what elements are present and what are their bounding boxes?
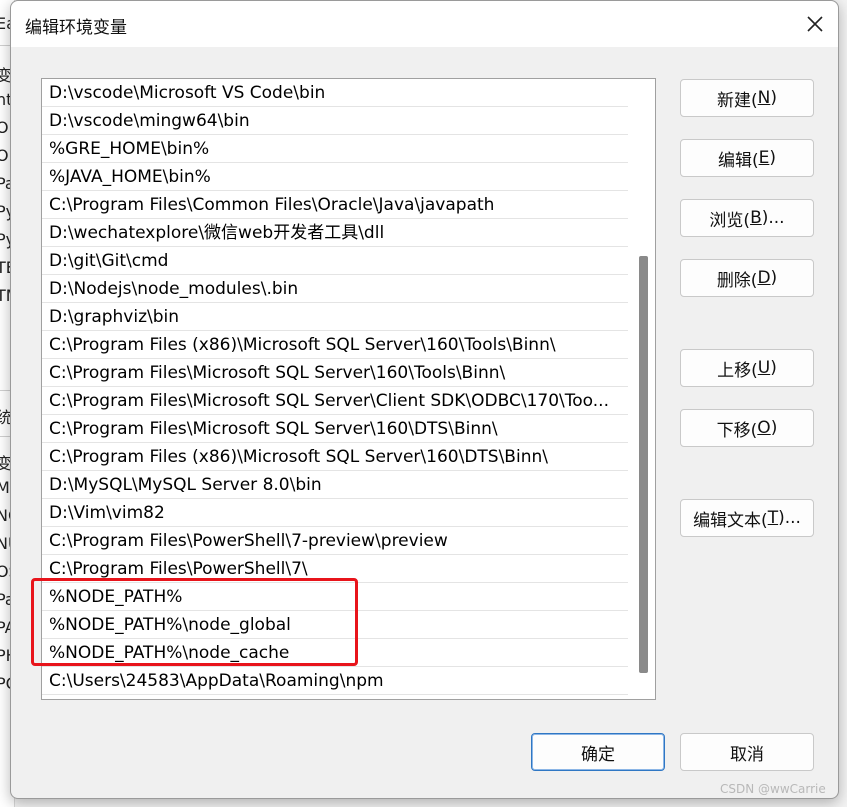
path-list-item[interactable]: D:\Vim\vim82	[42, 500, 628, 527]
path-list-item[interactable]: D:\vscode\mingw64\bin	[42, 108, 628, 135]
path-list-item[interactable]: C:\Users\24583\AppData\Roaming\npm	[42, 668, 628, 695]
path-list-item[interactable]: C:\Program Files\Common Files\Oracle\Jav…	[42, 192, 628, 219]
move-up-button-label: 上移(	[717, 360, 758, 381]
path-list-item[interactable]: D:\Nodejs\node_modules\.bin	[42, 276, 628, 303]
dialog-title: 编辑环境变量	[25, 18, 127, 38]
path-list-item[interactable]: %JAVA_HOME\bin%	[42, 164, 628, 191]
move-up-button-accesskey: U	[757, 358, 771, 378]
watermark: CSDN @wwCarrie	[720, 782, 826, 796]
edit-button-label-end: )	[769, 148, 777, 168]
move-up-button[interactable]: 上移(U)	[680, 349, 814, 387]
path-list-item[interactable]: C:\Program Files\Microsoft SQL Server\Cl…	[42, 388, 628, 415]
move-down-button[interactable]: 下移(O)	[680, 409, 814, 447]
edit-button-accesskey: E	[758, 148, 770, 168]
path-list-item[interactable]: %GRE_HOME\bin%	[42, 136, 628, 163]
delete-button-accesskey: D	[757, 268, 771, 288]
delete-button[interactable]: 删除(D)	[680, 259, 814, 297]
path-list-item[interactable]: C:\Program Files\Microsoft SQL Server\16…	[42, 360, 628, 387]
path-list-item[interactable]: D:\wechatexplore\微信web开发者工具\dll	[42, 220, 628, 247]
path-list-item[interactable]: C:\Program Files (x86)\Microsoft SQL Ser…	[42, 444, 628, 471]
ok-button[interactable]: 确定	[531, 733, 665, 771]
move-down-button-label-end: )	[770, 418, 778, 438]
browse-button-label: 浏览(	[709, 210, 751, 231]
browse-button-accesskey: B	[750, 208, 762, 228]
edit-button-label: 编辑(	[717, 150, 759, 171]
path-list-item[interactable]: C:\Program Files\Microsoft SQL Server\16…	[42, 416, 628, 443]
close-button[interactable]	[792, 1, 838, 47]
path-list-item[interactable]: C:\Program Files (x86)\Microsoft SQL Ser…	[42, 332, 628, 359]
path-list-item[interactable]: D:\MySQL\MySQL Server 8.0\bin	[42, 472, 628, 499]
edit-text-button-label-end: )...	[778, 508, 801, 528]
edit-text-button-label: 编辑文本(	[693, 510, 768, 531]
path-list-item[interactable]: C:\Program Files\PowerShell\7-preview\pr…	[42, 528, 628, 555]
highlight-box	[31, 578, 358, 666]
close-icon	[807, 16, 823, 32]
edit-env-variable-dialog: 编辑环境变量 D:\vscode\Microsoft VS Code\bin D…	[10, 0, 839, 799]
cancel-button[interactable]: 取消	[680, 733, 814, 771]
path-list-item[interactable]: D:\vscode\Microsoft VS Code\bin	[42, 80, 628, 107]
move-down-button-accesskey: O	[757, 418, 771, 438]
edit-text-button[interactable]: 编辑文本(T)...	[680, 499, 814, 537]
edit-text-button-accesskey: T	[767, 508, 779, 528]
new-button-label-end: )	[770, 88, 777, 108]
new-button-label: 新建(	[717, 90, 758, 111]
browse-button[interactable]: 浏览(B)...	[680, 199, 814, 237]
delete-button-label: 删除(	[716, 270, 758, 291]
scrollbar-thumb[interactable]	[639, 256, 648, 673]
title-bar: 编辑环境变量	[11, 1, 838, 47]
move-up-button-label-end: )	[770, 358, 777, 378]
path-list-item[interactable]: D:\git\Git\cmd	[42, 248, 628, 275]
vertical-scrollbar[interactable]	[636, 79, 650, 699]
new-button-accesskey: N	[757, 88, 771, 108]
delete-button-label-end: )	[770, 268, 778, 288]
browse-button-label-end: )...	[761, 208, 785, 228]
edit-button[interactable]: 编辑(E)	[680, 139, 814, 177]
new-button[interactable]: 新建(N)	[680, 79, 814, 117]
path-list-item[interactable]: D:\graphviz\bin	[42, 304, 628, 331]
move-down-button-label: 下移(	[716, 420, 758, 441]
